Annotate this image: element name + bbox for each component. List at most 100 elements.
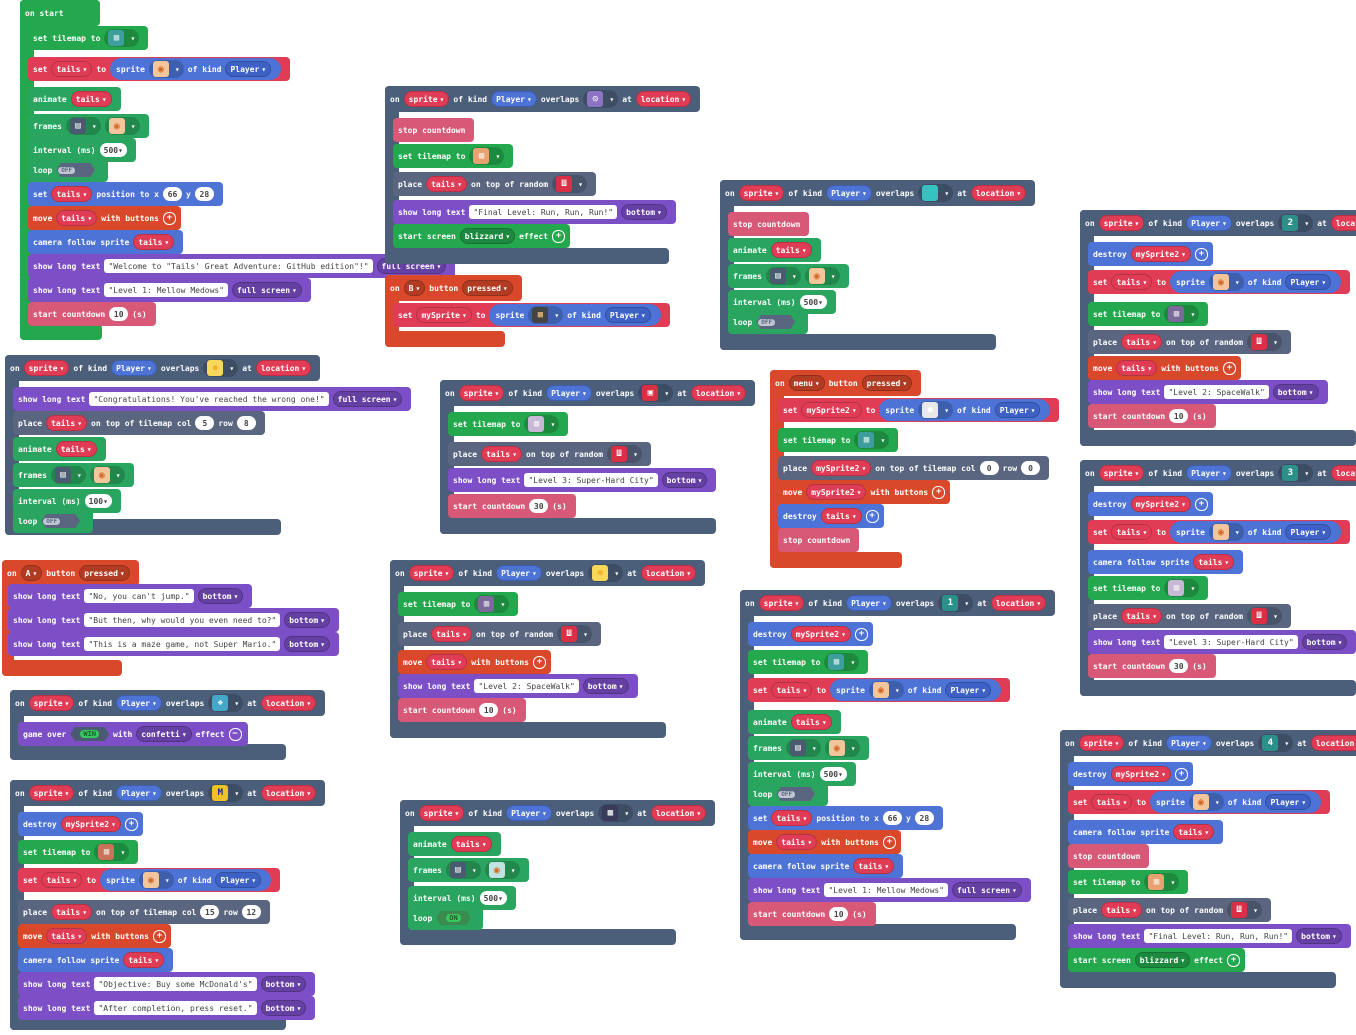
- number-input[interactable]: 28: [194, 187, 214, 201]
- location-dropdown[interactable]: location: [255, 360, 312, 376]
- tails-dropdown[interactable]: tails: [1111, 524, 1153, 540]
- block-stop-countdown[interactable]: stop countdown: [728, 212, 810, 236]
- full-screen-dropdown[interactable]: full screen: [952, 882, 1022, 898]
- location-dropdown[interactable]: location: [260, 785, 317, 801]
- player-dropdown[interactable]: Player: [846, 595, 892, 611]
- block-set-tilemap-to[interactable]: set tilemap to ▦: [778, 428, 899, 452]
- block-place-tails-on-top-of-ra[interactable]: placetailson top of random Ш: [393, 172, 596, 196]
- block-place-tails-on-top-of-ra[interactable]: placetailson top of random Ш: [1088, 330, 1291, 354]
- bottom-dropdown[interactable]: bottom: [197, 588, 244, 604]
- film-icon-picker[interactable]: ▤: [50, 466, 86, 484]
- mysprite-dropdown[interactable]: mySprite: [416, 307, 472, 323]
- blizzard-dropdown[interactable]: blizzard: [1134, 952, 1191, 968]
- pressed-dropdown[interactable]: pressed: [861, 375, 913, 391]
- invader-tile-icon-picker[interactable]: ▦: [598, 804, 634, 822]
- block-loop[interactable]: loop OFF: [728, 310, 808, 334]
- player-dropdown[interactable]: Player: [1285, 274, 1332, 290]
- mysprite2-dropdown[interactable]: mySprite2: [60, 816, 121, 832]
- pressed-dropdown[interactable]: pressed: [79, 565, 130, 581]
- location-dropdown[interactable]: location: [260, 695, 317, 711]
- tails-dropdown[interactable]: tails: [776, 834, 818, 850]
- block-set-tails-position-to-x[interactable]: settailsposition to x 66 y28: [28, 182, 223, 206]
- flag-tile-icon-picker[interactable]: Ш: [552, 175, 587, 193]
- film-icon-picker[interactable]: ▤: [785, 739, 821, 757]
- text-string-input[interactable]: "No, you can't jump.": [84, 589, 194, 603]
- sprite-dropdown[interactable]: sprite: [28, 785, 75, 801]
- tails-dropdown[interactable]: tails: [70, 91, 112, 107]
- number-input[interactable]: 10: [109, 307, 129, 321]
- text-string-input[interactable]: "Objective: Buy some McDonald's": [94, 977, 257, 991]
- player-dropdown[interactable]: Player: [111, 360, 157, 376]
- block-on-sprite-of-kind[interactable]: onspriteof kindPlayeroverlaps ● atlocation: [5, 355, 321, 381]
- pressed-dropdown[interactable]: pressed: [462, 280, 513, 296]
- blocks-workspace[interactable]: on startset tilemap to▦settailstosprite◉…: [0, 0, 1356, 1035]
- block-set-tails-to[interactable]: settailsto sprite ◉ of kindPlayer: [28, 57, 291, 81]
- sprite-value-block[interactable]: sprite ◉ of kindPlayer: [100, 869, 272, 891]
- film-icon-picker[interactable]: ▤: [65, 117, 101, 135]
- text-string-input[interactable]: "Level 2: SpaceWalk": [1164, 385, 1269, 399]
- player-dropdown[interactable]: Player: [1186, 215, 1232, 231]
- bottom-dropdown[interactable]: bottom: [260, 976, 307, 992]
- player-dropdown[interactable]: Player: [496, 565, 542, 581]
- block-start-countdown-s[interactable]: start countdown 10 (s): [28, 302, 156, 326]
- tails-sprite-icon-picker[interactable]: ◉: [1188, 793, 1224, 811]
- tails-sprite-icon-picker[interactable]: ◉: [824, 739, 860, 757]
- text-string-input[interactable]: "Level 3: Super-Hard City": [1164, 635, 1298, 649]
- tails-dropdown[interactable]: tails: [853, 858, 895, 874]
- tails-sprite-icon-picker[interactable]: ◉: [484, 861, 520, 879]
- block-start-countdown-s[interactable]: start countdown 30 (s): [448, 494, 576, 518]
- number-dropdown[interactable]: 500 ▾: [479, 891, 507, 905]
- block-frames[interactable]: frames ▤ ◉: [748, 736, 869, 760]
- tails-dropdown[interactable]: tails: [426, 654, 468, 670]
- player-dropdown[interactable]: Player: [826, 185, 872, 201]
- bottom-dropdown[interactable]: bottom: [284, 636, 331, 652]
- block-set-tilemap-to[interactable]: set tilemap to ▦: [398, 592, 519, 616]
- plus-icon[interactable]: +: [854, 627, 868, 641]
- tails-dropdown[interactable]: tails: [431, 626, 473, 642]
- digit-2-tile-icon-picker[interactable]: 2: [1278, 214, 1314, 232]
- location-dropdown[interactable]: location: [635, 91, 692, 107]
- purple-tile-icon-picker[interactable]: ◎: [583, 90, 619, 108]
- menu-dropdown[interactable]: menu: [788, 375, 825, 391]
- bottom-dropdown[interactable]: bottom: [1296, 928, 1342, 944]
- block-place-tails-on-top-of-ra[interactable]: placetailson top of random Ш: [1068, 898, 1271, 922]
- number-dropdown[interactable]: 500 ▾: [819, 767, 847, 781]
- player-dropdown[interactable]: Player: [546, 385, 592, 401]
- tails-dropdown[interactable]: tails: [1121, 334, 1163, 350]
- block-on-b-button[interactable]: onBbuttonpressed: [385, 275, 522, 301]
- plus-icon[interactable]: +: [532, 655, 546, 669]
- block-move-tails-with-buttons[interactable]: movetailswith buttons+: [1088, 356, 1241, 380]
- location-dropdown[interactable]: location: [970, 185, 1027, 201]
- plus-icon[interactable]: +: [1174, 767, 1188, 781]
- tails-dropdown[interactable]: tails: [1116, 360, 1158, 376]
- text-string-input[interactable]: "Welcome to "Tails' Great Adventure: Git…: [104, 259, 373, 273]
- block-set-tilemap-to[interactable]: set tilemap to ▦: [393, 144, 514, 168]
- tails-sprite-icon-picker[interactable]: ◉: [804, 267, 840, 285]
- sprite-value-block[interactable]: sprite ● of kindPlayer: [879, 399, 1051, 421]
- location-dropdown[interactable]: location: [1310, 735, 1356, 751]
- sprite-dropdown[interactable]: sprite: [28, 695, 75, 711]
- tilemap-icon-picker[interactable]: ▦: [469, 147, 505, 165]
- sprite-dropdown[interactable]: sprite: [758, 595, 805, 611]
- tilemap-icon-picker[interactable]: ▦: [524, 415, 560, 433]
- tails-dropdown[interactable]: tails: [56, 210, 98, 226]
- plus-icon[interactable]: +: [865, 509, 879, 523]
- block-set-tilemap-to[interactable]: set tilemap to ▦: [1088, 302, 1209, 326]
- text-string-input[interactable]: "Congratulations! You've reached the wro…: [89, 392, 329, 406]
- block-start-countdown-s[interactable]: start countdown 10 (s): [398, 698, 526, 722]
- sprite-dropdown[interactable]: sprite: [738, 185, 785, 201]
- block-start-screen-blizzard-ef[interactable]: start screenblizzardeffect+: [1068, 948, 1246, 972]
- player-dropdown[interactable]: Player: [225, 61, 272, 77]
- tilemap-icon-picker[interactable]: ▦: [854, 431, 890, 449]
- block-place-tails-on-top-of-ra[interactable]: placetailson top of random Ш: [1088, 604, 1291, 628]
- sprite-value-block[interactable]: sprite ◉ of kindPlayer: [1170, 521, 1342, 543]
- block-on-sprite-of-kind[interactable]: onspriteof kindPlayeroverlaps ▦ atlocation: [400, 800, 716, 826]
- flag-tile-icon-picker[interactable]: Ш: [557, 625, 592, 643]
- block-show-long-text-bottom[interactable]: show long text "After completion, press r…: [18, 996, 316, 1020]
- block-destroy-mysprite2[interactable]: destroymySprite2+: [748, 622, 873, 646]
- tilemap-icon-picker[interactable]: ▦: [1164, 305, 1200, 323]
- tails-dropdown[interactable]: tails: [1121, 608, 1163, 624]
- location-dropdown[interactable]: location: [640, 565, 697, 581]
- teal-tile-icon-picker[interactable]: [918, 184, 954, 202]
- block-show-long-text-bottom[interactable]: show long text "This is a maze game, not …: [8, 632, 340, 656]
